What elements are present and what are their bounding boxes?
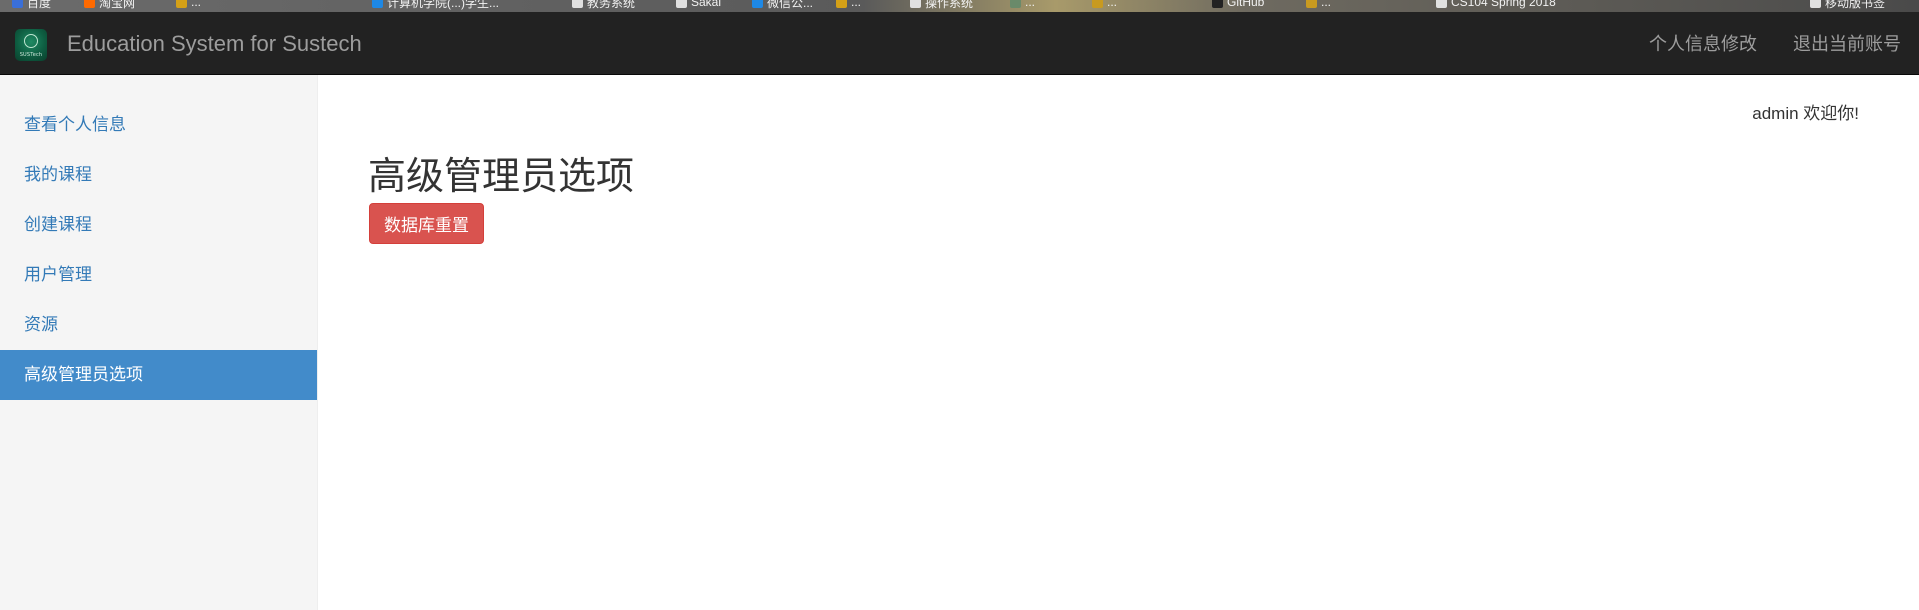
- sidebar-item-super-admin-options[interactable]: 高级管理员选项: [0, 350, 317, 400]
- sidebar-item-resources[interactable]: 资源: [0, 300, 317, 350]
- bookmark-item[interactable]: ...: [176, 0, 201, 9]
- bookmark-icon: [1010, 0, 1021, 8]
- bookmark-item[interactable]: 移动版书签: [1810, 0, 1885, 10]
- bookmark-icon: [84, 0, 95, 8]
- emblem-icon: [24, 34, 38, 48]
- bookmark-item[interactable]: CS104 Spring 2018: [1436, 0, 1556, 9]
- database-reset-button[interactable]: 数据库重置: [369, 203, 484, 244]
- logo-text: SUSTech: [19, 52, 43, 58]
- welcome-message: admin 欢迎你!: [1752, 104, 1859, 123]
- bookmark-icon: [372, 0, 383, 8]
- sidebar-nav: 查看个人信息 我的课程 创建课程 用户管理 资源 高级管理员选项: [0, 75, 317, 400]
- bookmark-item[interactable]: ...: [1092, 0, 1117, 9]
- top-navbar: SUSTech Education System for Sustech 个人信…: [0, 12, 1919, 75]
- edit-profile-link[interactable]: 个人信息修改: [1649, 29, 1757, 59]
- bookmark-item[interactable]: 百度: [12, 0, 51, 10]
- bookmark-icon: [176, 0, 187, 8]
- folder-icon: [1810, 0, 1821, 8]
- sidebar-item-create-course[interactable]: 创建课程: [0, 200, 317, 250]
- bookmark-item[interactable]: 操作系统: [910, 0, 973, 10]
- bookmark-icon: [572, 0, 583, 8]
- bookmark-icon: [752, 0, 763, 8]
- bookmark-item[interactable]: GitHub: [1212, 0, 1264, 9]
- sidebar-item-view-profile[interactable]: 查看个人信息: [0, 100, 317, 150]
- brand-title[interactable]: Education System for Sustech: [67, 29, 362, 59]
- bookmark-item[interactable]: 微信公...: [752, 0, 813, 10]
- github-icon: [1212, 0, 1223, 8]
- bookmark-icon: [910, 0, 921, 8]
- bookmark-icon: [676, 0, 687, 8]
- bookmark-item[interactable]: ...: [836, 0, 861, 9]
- bookmark-item[interactable]: 计算机学院(...)学生...: [372, 0, 499, 10]
- bookmark-icon: [1306, 0, 1317, 8]
- bookmarks-bar: 百度 淘宝网 ... 计算机学院(...)学生... 教务系统 Sakai 微信…: [0, 0, 1919, 12]
- page-title: 高级管理员选项: [368, 156, 635, 198]
- bookmark-icon: [12, 0, 23, 8]
- navbar-links: 个人信息修改 退出当前账号: [1649, 29, 1901, 59]
- logout-link[interactable]: 退出当前账号: [1793, 29, 1901, 59]
- bookmark-item[interactable]: 淘宝网: [84, 0, 135, 10]
- sustech-logo[interactable]: SUSTech: [15, 29, 47, 61]
- bookmark-item[interactable]: Sakai: [676, 0, 721, 9]
- bookmark-icon: [836, 0, 847, 8]
- sidebar: 查看个人信息 我的课程 创建课程 用户管理 资源 高级管理员选项: [0, 75, 318, 610]
- bookmark-item[interactable]: ...: [1010, 0, 1035, 9]
- bookmark-item[interactable]: ...: [1306, 0, 1331, 9]
- bookmark-icon: [1092, 0, 1103, 8]
- sidebar-item-user-management[interactable]: 用户管理: [0, 250, 317, 300]
- main-content: admin 欢迎你! 高级管理员选项 数据库重置: [318, 75, 1919, 610]
- bookmark-item[interactable]: 教务系统: [572, 0, 635, 10]
- bookmark-icon: [1436, 0, 1447, 8]
- sidebar-item-my-courses[interactable]: 我的课程: [0, 150, 317, 200]
